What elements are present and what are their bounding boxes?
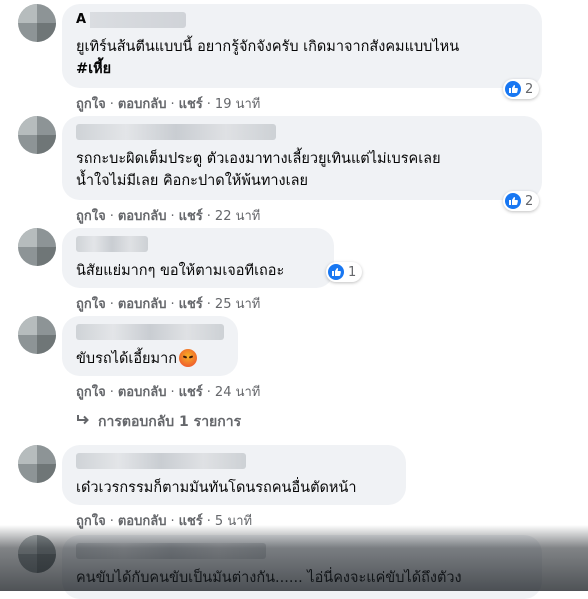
avatar[interactable] (18, 228, 56, 266)
like-link[interactable]: ถูกใจ (76, 514, 106, 529)
like-link[interactable]: ถูกใจ (76, 385, 106, 400)
reaction-number: 2 (525, 193, 534, 209)
commenter-name[interactable] (76, 453, 246, 469)
reply-link[interactable]: ตอบกลับ (118, 514, 167, 529)
like-link[interactable]: ถูกใจ (76, 209, 106, 224)
comment-time[interactable]: 5 นาที (215, 514, 252, 529)
reaction-count[interactable]: 2 (503, 191, 540, 211)
reply-arrow-icon (76, 414, 90, 430)
angry-face-icon (179, 349, 198, 367)
comment-bubble: ขับรถได้เอี้ยมาก (62, 316, 238, 376)
comment-text-line: น้ำใจไม่มีเลย คิอกะปาดให้พ้นทางเลย (76, 173, 308, 189)
avatar[interactable] (18, 4, 56, 42)
comment-time[interactable]: 19 นาที (215, 97, 260, 112)
share-link[interactable]: แชร์ (179, 209, 203, 224)
comment-actions: ถูกใจ · ตอบกลับ · แชร์ · 19 นาที (76, 97, 261, 112)
comment-actions: ถูกใจ · ตอบกลับ · แชร์ · 22 นาที (76, 209, 261, 224)
avatar[interactable] (18, 116, 56, 154)
comment-actions: ถูกใจ · ตอบกลับ · แชร์ · 24 นาที (76, 385, 261, 400)
commenter-name[interactable] (76, 236, 148, 252)
reaction-number: 1 (348, 264, 357, 280)
avatar[interactable] (18, 445, 56, 483)
comment-hashtag[interactable]: #เหี้ย (76, 58, 530, 80)
comment-text-line: เด๋วเวรกรรมก็ตามมันทันโดนรถคนอื่นตัดหน้า (76, 480, 357, 496)
commenter-name[interactable]: A (76, 12, 186, 28)
reply-link[interactable]: ตอบกลับ (118, 209, 167, 224)
commenter-name[interactable] (76, 543, 266, 559)
comment-bubble: A ยูเทิร์นส้นตีนแบบนี้ อยากรู้จักจังครับ… (62, 4, 542, 88)
like-thumb-icon (505, 193, 521, 209)
comment-text-line: คนขับได้กับคนขับเป็นมันต่างกัน...... ไอ่… (76, 570, 462, 586)
comment-bubble: เด๋วเวรกรรมก็ตามมันทันโดนรถคนอื่นตัดหน้า (62, 445, 406, 505)
avatar[interactable] (18, 316, 56, 354)
comment-time[interactable]: 22 นาที (215, 209, 260, 224)
comment-bubble: คนขับได้กับคนขับเป็นมันต่างกัน...... ไอ่… (62, 535, 542, 599)
share-link[interactable]: แชร์ (179, 514, 203, 529)
share-link[interactable]: แชร์ (179, 97, 203, 112)
comment-text-line: ยูเทิร์นส้นตีนแบบนี้ อยากรู้จักจังครับ เ… (76, 39, 460, 55)
reaction-number: 2 (525, 81, 534, 97)
comment-time[interactable]: 24 นาที (215, 385, 260, 400)
reaction-count[interactable]: 2 (503, 79, 540, 99)
comment-actions: ถูกใจ · ตอบกลับ · แชร์ · 5 นาที (76, 514, 253, 529)
commenter-name[interactable] (76, 324, 224, 340)
share-link[interactable]: แชร์ (179, 297, 203, 312)
like-thumb-icon (505, 81, 521, 97)
comment-text-line: นิสัยแย่มากๆ ขอให้ตามเจอทีเถอะ (76, 263, 285, 279)
reply-link[interactable]: ตอบกลับ (118, 385, 167, 400)
replies-label: การตอบกลับ 1 รายการ (98, 414, 242, 430)
like-thumb-icon (328, 264, 344, 280)
commenter-name[interactable] (76, 124, 276, 140)
comment-bubble: นิสัยแย่มากๆ ขอให้ตามเจอทีเถอะ (62, 228, 334, 288)
comment-text-line: รถกะบะผิดเต็มประตู ตัวเองมาทางเลี้ยวยูเท… (76, 151, 441, 167)
reply-link[interactable]: ตอบกลับ (118, 297, 167, 312)
comment-time[interactable]: 25 นาที (215, 297, 260, 312)
share-link[interactable]: แชร์ (179, 385, 203, 400)
like-link[interactable]: ถูกใจ (76, 97, 106, 112)
view-replies-link[interactable]: การตอบกลับ 1 รายการ (76, 411, 241, 433)
like-link[interactable]: ถูกใจ (76, 297, 106, 312)
avatar[interactable] (18, 535, 56, 573)
reply-link[interactable]: ตอบกลับ (118, 97, 167, 112)
comment-text-line: ขับรถได้เอี้ยมาก (76, 348, 226, 370)
comment-actions: ถูกใจ · ตอบกลับ · แชร์ · 25 นาที (76, 297, 261, 312)
comment-bubble: รถกะบะผิดเต็มประตู ตัวเองมาทางเลี้ยวยูเท… (62, 116, 542, 200)
reaction-count[interactable]: 1 (326, 262, 363, 282)
